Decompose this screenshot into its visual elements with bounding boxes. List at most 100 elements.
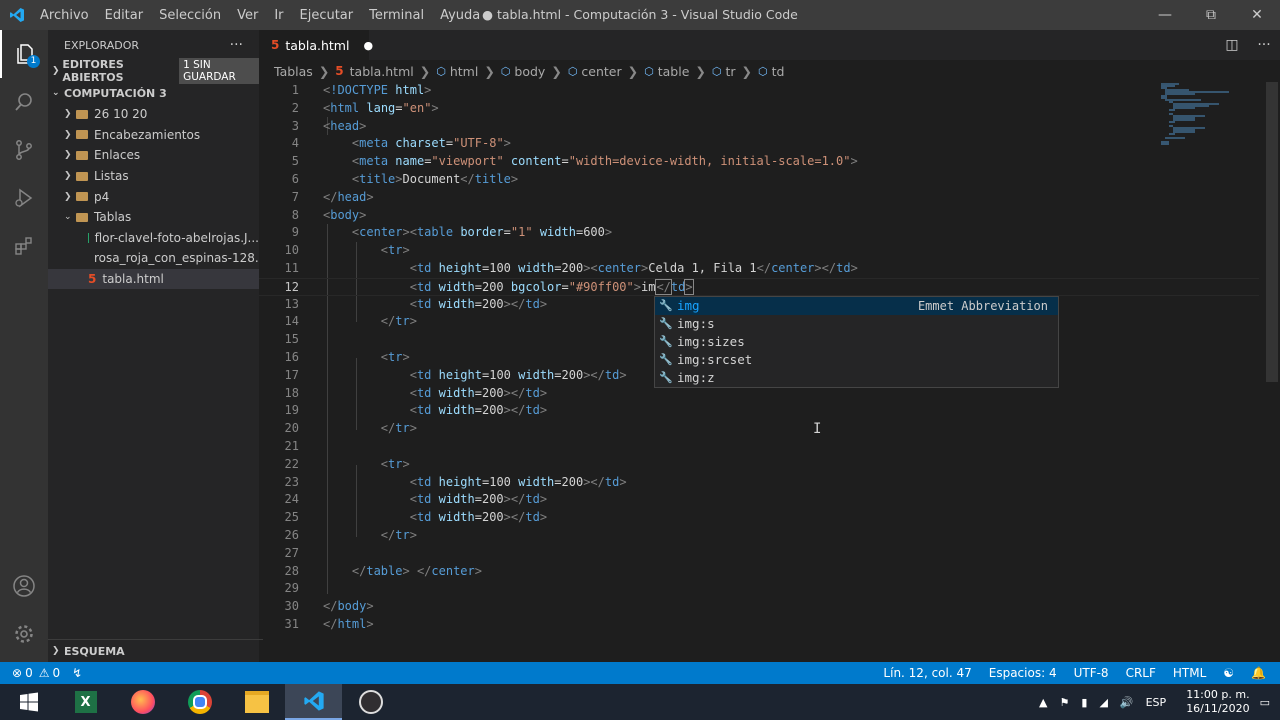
- notifications-bell-icon[interactable]: 🔔: [1251, 666, 1266, 680]
- errors-icon[interactable]: ⊗: [12, 666, 22, 680]
- warning-count[interactable]: 0: [52, 666, 60, 680]
- code-line[interactable]: <html lang="en">: [323, 100, 439, 118]
- code-line[interactable]: </body>: [323, 598, 374, 616]
- menu-ir[interactable]: Ir: [274, 8, 283, 23]
- warning-icon[interactable]: ⚠: [39, 666, 50, 680]
- run-debug-icon[interactable]: [0, 174, 48, 222]
- tree-item-file[interactable]: rosa_roja_con_espinas-128...: [48, 248, 259, 269]
- clock[interactable]: 11:00 p. m. 16/11/2020: [1186, 688, 1249, 716]
- minimize-icon[interactable]: —: [1142, 0, 1188, 30]
- menu-archivo[interactable]: Archivo: [40, 8, 89, 23]
- obs-app-icon[interactable]: [342, 684, 399, 720]
- code-line[interactable]: <td height=100 width=200></td>: [323, 474, 627, 492]
- code-line[interactable]: <body>: [323, 207, 366, 225]
- vscode-app-icon[interactable]: [285, 684, 342, 720]
- breadcrumb-item[interactable]: table: [658, 64, 690, 79]
- source-control-icon[interactable]: [0, 126, 48, 174]
- breadcrumb-item[interactable]: html: [450, 64, 478, 79]
- breadcrumb-item[interactable]: body: [514, 64, 545, 79]
- code-line[interactable]: </tr>: [323, 313, 417, 331]
- pen-icon[interactable]: ⚑: [1060, 696, 1070, 709]
- menu-seleccion[interactable]: Selección: [159, 8, 221, 23]
- feedback-icon[interactable]: ☯: [1223, 666, 1234, 680]
- file-explorer-app-icon[interactable]: [228, 684, 285, 720]
- vscode-logo-icon[interactable]: [0, 7, 34, 23]
- breadcrumb-item[interactable]: td: [772, 64, 785, 79]
- explorer-icon[interactable]: 1: [0, 30, 48, 78]
- tree-item-folder[interactable]: ❯ Enlaces: [48, 145, 259, 166]
- menu-editar[interactable]: Editar: [105, 8, 144, 23]
- menu-ver[interactable]: Ver: [237, 8, 258, 23]
- vertical-scrollbar[interactable]: [1266, 82, 1278, 382]
- volume-icon[interactable]: 🔊: [1120, 696, 1134, 709]
- minimap[interactable]: [1159, 82, 1264, 152]
- code-line[interactable]: <meta name="viewport" content="width=dev…: [323, 153, 858, 171]
- tree-item-folder-open[interactable]: ⌄ Tablas: [48, 207, 259, 228]
- language-indicator[interactable]: ESP: [1146, 696, 1167, 709]
- outline-section[interactable]: ❯ ESQUEMA: [48, 639, 263, 662]
- chrome-app-icon[interactable]: [171, 684, 228, 720]
- tree-item-file-selected[interactable]: 5 tabla.html: [48, 268, 259, 290]
- code-line[interactable]: <td width=200></td>: [323, 385, 547, 403]
- language-mode[interactable]: HTML: [1173, 666, 1206, 680]
- tree-item-folder[interactable]: ❯ Listas: [48, 166, 259, 187]
- excel-app-icon[interactable]: X: [57, 684, 114, 720]
- code-line[interactable]: </head>: [323, 189, 374, 207]
- menu-terminal[interactable]: Terminal: [369, 8, 424, 23]
- battery-icon[interactable]: ▮: [1081, 696, 1087, 709]
- suggestion-item[interactable]: 🔧 img:s: [655, 315, 1058, 333]
- code-line[interactable]: <center><table border="1" width=600>: [323, 224, 612, 242]
- code-line[interactable]: <head>: [323, 118, 366, 136]
- suggestion-item[interactable]: 🔧 img:srcset: [655, 350, 1058, 368]
- suggestion-item[interactable]: 🔧 img:z: [655, 368, 1058, 386]
- code-line[interactable]: </html>: [323, 616, 374, 634]
- restore-icon[interactable]: ⧉: [1188, 0, 1234, 30]
- windows-start-icon[interactable]: [0, 684, 57, 720]
- code-line[interactable]: </tr>: [323, 420, 417, 438]
- suggestion-item[interactable]: 🔧 img:sizes: [655, 333, 1058, 351]
- tree-item-folder[interactable]: ❯ 26 10 20: [48, 104, 259, 125]
- close-icon[interactable]: ✕: [1234, 0, 1280, 30]
- firefox-app-icon[interactable]: [114, 684, 171, 720]
- breadcrumb-item[interactable]: center: [581, 64, 621, 79]
- accounts-icon[interactable]: [0, 562, 48, 610]
- live-share-icon[interactable]: ↯: [72, 666, 82, 680]
- open-editors-section[interactable]: ❯ EDITORES ABIERTOS 1 SIN GUARDAR: [48, 58, 259, 84]
- split-editor-icon[interactable]: ◫: [1216, 37, 1248, 53]
- more-actions-icon[interactable]: ···: [230, 37, 243, 53]
- code-line[interactable]: <td height=100 width=200><center>Celda 1…: [323, 260, 858, 278]
- unsaved-dot-icon[interactable]: ●: [363, 39, 373, 52]
- tree-item-folder[interactable]: ❯ p4: [48, 186, 259, 207]
- chevron-up-icon[interactable]: ▲: [1039, 696, 1047, 709]
- workspace-section[interactable]: ⌄ COMPUTACIÓN 3: [48, 82, 259, 104]
- encoding[interactable]: UTF-8: [1074, 666, 1109, 680]
- code-line[interactable]: </table> </center>: [323, 563, 482, 581]
- cursor-position[interactable]: Lín. 12, col. 47: [883, 666, 971, 680]
- search-icon[interactable]: [0, 78, 48, 126]
- wifi-icon[interactable]: ◢: [1099, 696, 1107, 709]
- code-line[interactable]: </tr>: [323, 527, 417, 545]
- code-line[interactable]: <tr>: [323, 349, 410, 367]
- code-line[interactable]: <tr>: [323, 242, 410, 260]
- code-line[interactable]: <tr>: [323, 456, 410, 474]
- tab-tabla-html[interactable]: 5 tabla.html ●: [259, 30, 373, 60]
- extensions-icon[interactable]: [0, 222, 48, 270]
- indentation[interactable]: Espacios: 4: [989, 666, 1057, 680]
- code-line[interactable]: <td height=100 width=200></td>: [323, 367, 627, 385]
- code-line[interactable]: <td width=200></td>: [323, 402, 547, 420]
- code-line[interactable]: <td width=200></td>: [323, 491, 547, 509]
- breadcrumb-item[interactable]: tr: [726, 64, 736, 79]
- code-line[interactable]: <!DOCTYPE html>: [323, 82, 431, 100]
- end-of-line[interactable]: CRLF: [1126, 666, 1156, 680]
- code-line[interactable]: <title>Document</title>: [323, 171, 518, 189]
- code-line[interactable]: <meta charset="UTF-8">: [323, 135, 511, 153]
- code-line[interactable]: <td width=200></td>: [323, 296, 547, 314]
- menu-ayuda[interactable]: Ayuda: [440, 8, 480, 23]
- code-line[interactable]: <td width=200></td>: [323, 509, 547, 527]
- breadcrumb-item[interactable]: tabla.html: [350, 64, 414, 79]
- notification-center-icon[interactable]: ▭: [1260, 696, 1270, 709]
- menu-ejecutar[interactable]: Ejecutar: [300, 8, 354, 23]
- tree-item-folder[interactable]: ❯ Encabezamientos: [48, 125, 259, 146]
- code-line-active[interactable]: <td width=200 bgcolor="#90ff00">im</td>: [323, 278, 694, 297]
- settings-gear-icon[interactable]: [0, 610, 48, 658]
